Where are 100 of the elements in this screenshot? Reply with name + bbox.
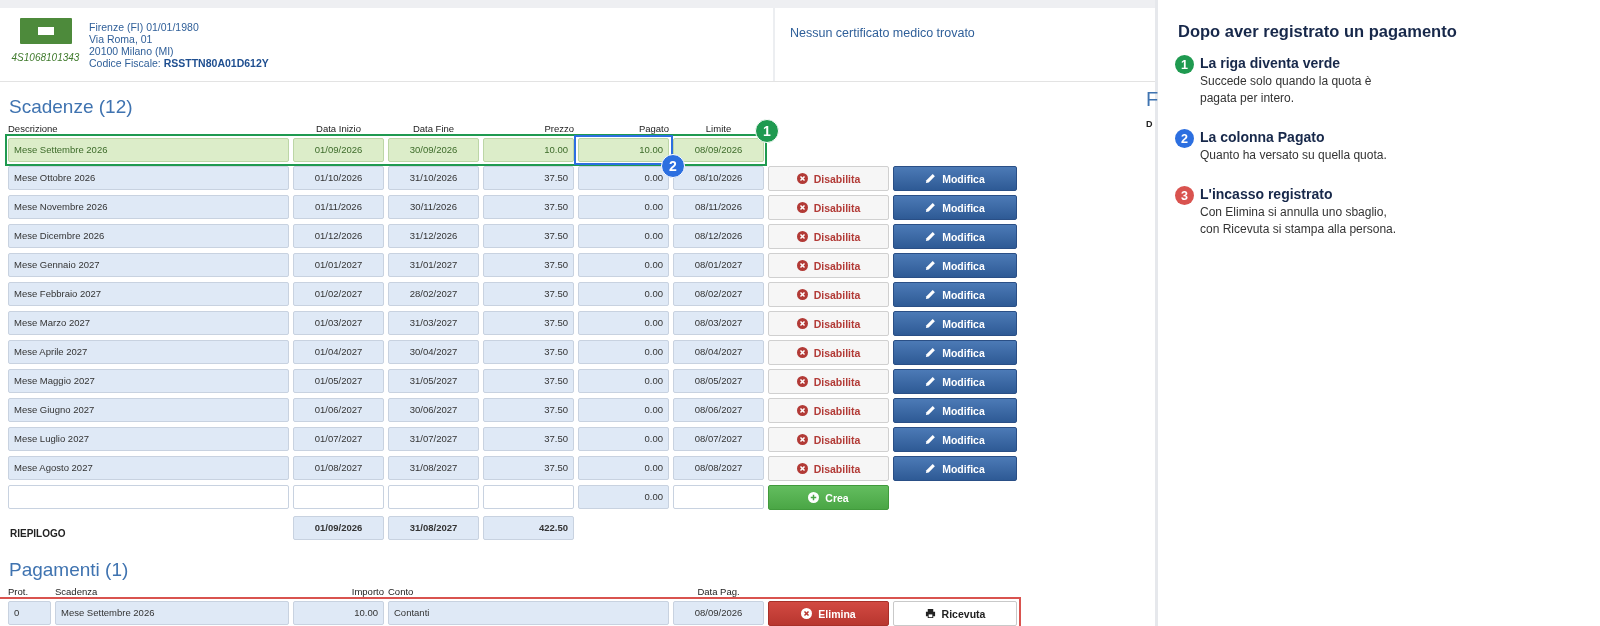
disable-button[interactable]: Disabilita — [768, 195, 889, 220]
disable-button[interactable]: Disabilita — [768, 282, 889, 307]
table-cell: 37.50 — [483, 282, 574, 306]
table-cell: 31/03/2027 — [388, 311, 479, 335]
disable-button[interactable]: Disabilita — [768, 369, 889, 394]
table-cell: 01/09/2026 — [293, 516, 384, 540]
price-input[interactable] — [483, 485, 574, 509]
table-cell: 30/04/2027 — [388, 340, 479, 364]
table-cell: 0.00 — [578, 398, 669, 422]
table-cell: 08/06/2027 — [673, 398, 764, 422]
table-cell: 0.00 — [578, 166, 669, 190]
table-cell: Contanti — [388, 601, 669, 625]
close-circle-icon — [796, 289, 808, 300]
table-cell: 37.50 — [483, 369, 574, 393]
edit-button[interactable]: Modifica — [893, 456, 1017, 481]
table-cell: 30/06/2027 — [388, 398, 479, 422]
close-circle-icon — [796, 434, 808, 445]
table-cell: 01/02/2027 — [293, 282, 384, 306]
table-cell: 01/10/2026 — [293, 166, 384, 190]
close-circle-icon — [796, 173, 808, 184]
close-circle-icon — [796, 376, 808, 387]
table-cell: 08/08/2027 — [673, 456, 764, 480]
column-header: Descrizione — [8, 123, 59, 136]
table-cell: 01/07/2027 — [293, 427, 384, 451]
column-label: D — [1146, 119, 1154, 129]
step-number: 3 — [1175, 186, 1194, 205]
disable-button[interactable]: Disabilita — [768, 398, 889, 423]
end-date-input[interactable] — [388, 485, 479, 509]
column-header: Scadenza — [55, 586, 99, 599]
city-line: 20100 Milano (MI) — [89, 45, 175, 57]
disable-button[interactable]: Disabilita — [768, 340, 889, 365]
table-cell: Mese Dicembre 2026 — [8, 224, 289, 248]
edit-button[interactable]: Modifica — [893, 282, 1017, 307]
start-date-input[interactable] — [293, 485, 384, 509]
table-cell: 01/06/2027 — [293, 398, 384, 422]
address-line: Via Roma, 01 — [89, 33, 154, 45]
limit-date-input[interactable] — [673, 485, 764, 509]
edit-button[interactable]: Modifica — [893, 369, 1017, 394]
pencil-icon — [925, 173, 937, 184]
edit-button[interactable]: Modifica — [893, 311, 1017, 336]
edit-button[interactable]: Modifica — [893, 224, 1017, 249]
edit-button[interactable]: Modifica — [893, 427, 1017, 452]
table-cell: 37.50 — [483, 224, 574, 248]
summary-label: RIEPILOGO — [9, 527, 67, 541]
table-cell: 37.50 — [483, 311, 574, 335]
table-cell: 01/03/2027 — [293, 311, 384, 335]
table-cell: 37.50 — [483, 253, 574, 277]
table-cell: Mese Novembre 2026 — [8, 195, 289, 219]
pencil-icon — [925, 463, 937, 474]
description-input[interactable] — [8, 485, 289, 509]
table-cell: 01/11/2026 — [293, 195, 384, 219]
close-circle-icon — [796, 318, 808, 329]
column-header: Importo — [350, 586, 384, 599]
table-cell: 0.00 — [578, 224, 669, 248]
table-cell: 08/07/2027 — [673, 427, 764, 451]
disable-button[interactable]: Disabilita — [768, 427, 889, 452]
edit-button[interactable]: Modifica — [893, 398, 1017, 423]
table-cell: 0.00 — [578, 195, 669, 219]
edit-button[interactable]: Modifica — [893, 340, 1017, 365]
column-header: Prezzo — [543, 123, 574, 136]
close-circle-icon — [796, 231, 808, 242]
delete-button[interactable]: Elimina — [768, 601, 889, 626]
edit-button[interactable]: Modifica — [893, 195, 1017, 220]
table-cell: 31/12/2026 — [388, 224, 479, 248]
close-circle-icon — [796, 347, 808, 358]
table-cell: 0.00 — [578, 311, 669, 335]
disable-button[interactable]: Disabilita — [768, 166, 889, 191]
table-cell: 08/03/2027 — [673, 311, 764, 335]
table-cell: 01/05/2027 — [293, 369, 384, 393]
table-cell: 31/08/2027 — [388, 516, 479, 540]
step-number: 2 — [1175, 129, 1194, 148]
birth-info: Firenze (FI) 01/01/1980 — [89, 21, 200, 33]
table-cell: 37.50 — [483, 398, 574, 422]
table-cell: 08/01/2027 — [673, 253, 764, 277]
table-cell: Mese Gennaio 2027 — [8, 253, 289, 277]
table-cell: Mese Settembre 2026 — [8, 138, 289, 162]
edit-button[interactable]: Modifica — [893, 166, 1017, 191]
table-cell: Mese Marzo 2027 — [8, 311, 289, 335]
step-title: L'incasso registrato — [1200, 186, 1334, 203]
table-cell: 10.00 — [483, 138, 574, 162]
plus-circle-icon — [808, 492, 820, 503]
table-cell: 31/08/2027 — [388, 456, 479, 480]
table-cell: 08/12/2026 — [673, 224, 764, 248]
pencil-icon — [925, 318, 937, 329]
step-title: La colonna Pagato — [1200, 129, 1326, 146]
disable-button[interactable]: Disabilita — [768, 253, 889, 278]
table-cell: 37.50 — [483, 427, 574, 451]
receipt-button[interactable]: Ricevuta — [893, 601, 1017, 626]
table-cell: 37.50 — [483, 456, 574, 480]
table-cell: 28/02/2027 — [388, 282, 479, 306]
table-cell: 08/05/2027 — [673, 369, 764, 393]
disable-button[interactable]: Disabilita — [768, 224, 889, 249]
tax-code-line: Codice Fiscale: RSSTTN80A01D612Y — [89, 57, 269, 69]
pencil-icon — [925, 289, 937, 300]
table-cell: 01/08/2027 — [293, 456, 384, 480]
table-cell: Mese Giugno 2027 — [8, 398, 289, 422]
disable-button[interactable]: Disabilita — [768, 456, 889, 481]
table-cell: 30/09/2026 — [388, 138, 479, 162]
edit-button[interactable]: Modifica — [893, 253, 1017, 278]
disable-button[interactable]: Disabilita — [768, 311, 889, 336]
